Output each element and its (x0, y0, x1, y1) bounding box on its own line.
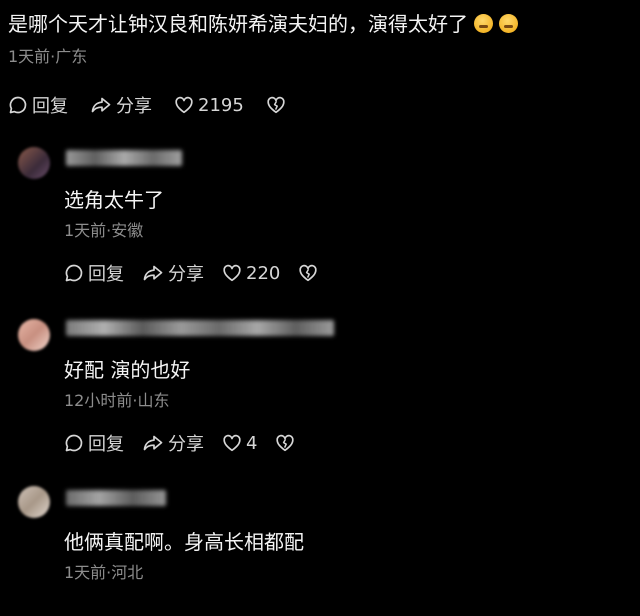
reply-label: 回复 (88, 434, 124, 455)
reply-label: 回复 (88, 264, 124, 285)
main-comment-text: 是哪个天才让钟汉良和陈妍希演夫妇的，演得太好了 (8, 12, 468, 36)
broken-heart-icon (267, 96, 285, 114)
reply-text: 好配 演的也好 (64, 358, 191, 382)
reply-text: 选角太牛了 (64, 188, 164, 212)
dislike-button[interactable] (298, 264, 322, 282)
reply-button[interactable]: 回复 (64, 260, 124, 286)
main-comment: 是哪个天才让钟汉良和陈妍希演夫妇的，演得太好了 1天前·广东 回复 分享 219… (8, 10, 632, 118)
share-label: 分享 (116, 96, 152, 117)
crying-face-icon (499, 14, 518, 33)
broken-heart-icon (276, 434, 295, 452)
broken-heart-icon (299, 264, 318, 282)
reply-actions: 回复 分享 220 (64, 260, 630, 286)
like-count: 4 (246, 432, 258, 454)
crying-face-icon (474, 14, 493, 33)
main-comment-meta: 1天前·广东 (8, 47, 88, 66)
dislike-button[interactable] (275, 434, 299, 452)
like-count: 2195 (198, 94, 244, 116)
reply-label: 回复 (32, 96, 68, 117)
reply-item: 选角太牛了 1天前·安徽 回复 分享 220 (0, 142, 640, 302)
comment-bubble-icon (9, 96, 27, 114)
like-button[interactable]: 2195 (174, 95, 244, 116)
dislike-button[interactable] (266, 96, 290, 114)
share-label: 分享 (168, 264, 204, 285)
heart-icon (175, 96, 193, 114)
share-button[interactable]: 分享 (90, 92, 152, 118)
reply-meta: 12小时前·山东 (64, 391, 170, 410)
share-arrow-icon (91, 97, 111, 113)
avatar[interactable] (18, 486, 50, 518)
reply-button[interactable]: 回复 (8, 92, 68, 118)
like-button[interactable]: 4 (222, 433, 257, 454)
reply-item: 好配 演的也好 12小时前·山东 回复 分享 4 (0, 312, 640, 472)
reply-item: 他俩真配啊。身高长相都配 1天前·河北 (0, 484, 640, 616)
reply-text: 他俩真配啊。身高长相都配 (64, 530, 304, 554)
heart-icon (223, 434, 241, 452)
like-count: 220 (246, 262, 281, 284)
share-arrow-icon (143, 265, 163, 281)
reply-meta: 1天前·安徽 (64, 221, 144, 240)
share-button[interactable]: 分享 (142, 430, 204, 456)
comment-bubble-icon (65, 434, 83, 452)
blurred-username[interactable] (66, 150, 182, 166)
blurred-username[interactable] (66, 490, 166, 506)
blurred-username[interactable] (66, 320, 334, 336)
comment-bubble-icon (65, 264, 83, 282)
reply-button[interactable]: 回复 (64, 430, 124, 456)
share-button[interactable]: 分享 (142, 260, 204, 286)
reply-meta: 1天前·河北 (64, 563, 144, 582)
share-arrow-icon (143, 435, 163, 451)
like-button[interactable]: 220 (222, 263, 280, 284)
share-label: 分享 (168, 434, 204, 455)
avatar[interactable] (18, 319, 50, 351)
reply-actions: 回复 分享 4 (64, 430, 630, 456)
heart-icon (223, 264, 241, 282)
main-comment-text-row: 是哪个天才让钟汉良和陈妍希演夫妇的，演得太好了 (8, 10, 632, 38)
main-comment-actions: 回复 分享 2195 (8, 92, 632, 118)
avatar[interactable] (18, 147, 50, 179)
